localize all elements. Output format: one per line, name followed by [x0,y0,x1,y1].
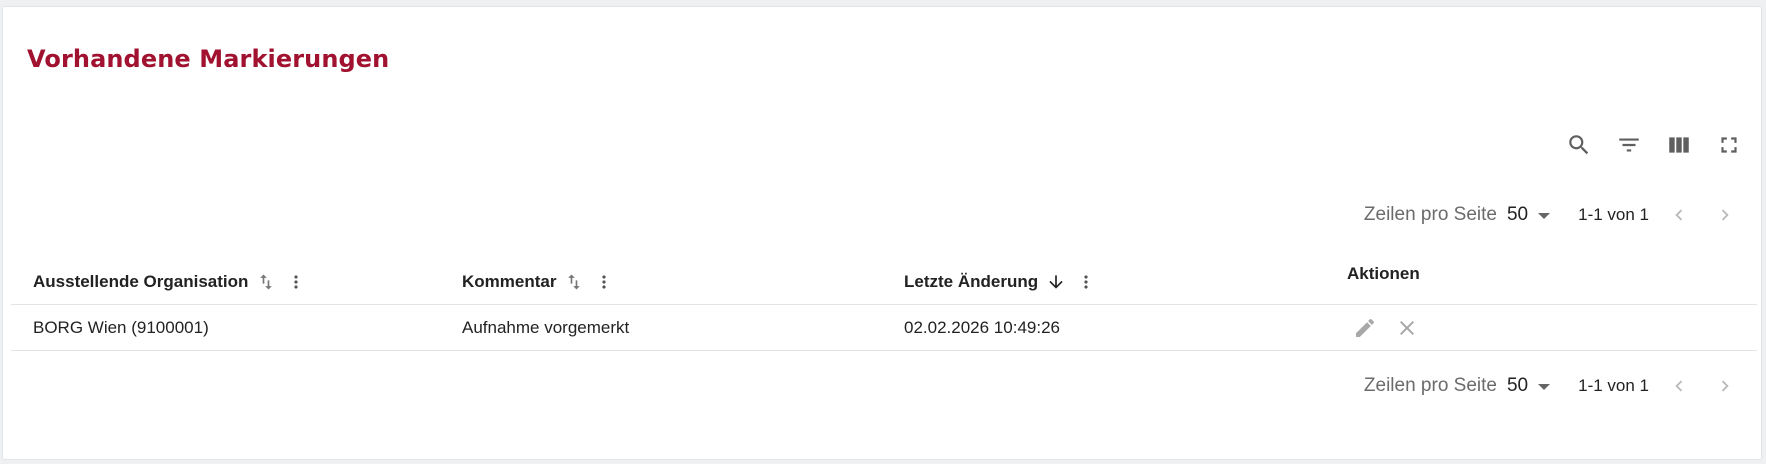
column-header-aktionen: Aktionen [1347,251,1420,296]
column-header-kommentar: Kommentar [462,259,614,304]
next-page-button[interactable] [1709,370,1741,402]
pagination-range: 1-1 von 1 [1578,376,1649,395]
columns-button[interactable] [1665,131,1693,159]
markings-card: Vorhandene Markierungen Zeilen pro Seite… [2,6,1762,460]
column-header-organisation: Ausstellende Organisation [33,259,306,304]
column-menu-button[interactable] [286,271,306,293]
rows-per-page-label: Zeilen pro Seite [1363,375,1497,396]
swap-vert-icon [260,274,273,289]
more-vert-icon [1084,274,1088,289]
filter-button[interactable] [1615,131,1643,159]
filter-icon [1619,138,1639,152]
chevron-right-icon [1721,209,1729,221]
rows-per-page-label: Zeilen pro Seite [1363,204,1497,225]
pagination-top: Zeilen pro Seite 50 1-1 von 1 [1364,199,1741,231]
close-icon [1400,320,1414,335]
column-header-letzte-aenderung: Letzte Änderung [904,259,1096,304]
swap-vert-icon [568,274,581,289]
more-vert-icon [294,274,299,289]
pagination-bottom: Zeilen pro Seite 50 1-1 von 1 [1364,370,1741,402]
more-vert-icon [602,274,607,289]
table-row: BORG Wien (9100001) Aufnahme vorgemerkt … [11,305,1757,351]
rows-per-page-value: 50 [1506,375,1529,396]
arrow-down-icon [1049,274,1063,289]
rows-per-page-select[interactable]: 50 [1506,375,1551,397]
fullscreen-button[interactable] [1715,131,1743,159]
table-header: Ausstellende Organisation Kommentar Letz [11,259,1757,305]
next-page-button[interactable] [1709,199,1741,231]
column-label: Aktionen [1347,263,1420,283]
column-menu-button[interactable] [594,271,614,293]
pagination-range: 1-1 von 1 [1578,205,1649,224]
sort-button[interactable] [256,272,276,292]
column-label: Kommentar [462,271,557,291]
table-toolbar [1565,131,1743,159]
sort-button[interactable] [564,272,584,292]
page-title: Vorhandene Markierungen [27,45,390,73]
cell-letzte-aenderung: 02.02.2026 10:49:26 [904,317,1060,337]
chevron-right-icon [1721,380,1729,392]
previous-page-button[interactable] [1663,370,1695,402]
previous-page-button[interactable] [1663,199,1695,231]
column-label: Ausstellende Organisation [33,271,249,291]
view-column-icon [1669,137,1689,153]
chevron-down-icon [1538,384,1551,390]
rows-per-page-value: 50 [1506,204,1529,225]
sort-button[interactable] [1046,272,1066,292]
cell-kommentar: Aufnahme vorgemerkt [462,317,630,337]
delete-button[interactable] [1392,313,1422,343]
edit-button[interactable] [1350,313,1380,343]
markings-table: Ausstellende Organisation Kommentar Letz [11,259,1757,351]
column-label: Letzte Änderung [904,271,1039,291]
chevron-down-icon [1538,213,1551,219]
search-button[interactable] [1565,131,1593,159]
cell-aktionen [1350,305,1422,350]
column-menu-button[interactable] [1076,271,1096,293]
chevron-left-icon [1675,380,1683,392]
cell-organisation: BORG Wien (9100001) [33,317,209,337]
edit-icon [1356,318,1375,337]
chevron-left-icon [1675,209,1683,221]
fullscreen-icon [1721,137,1737,153]
rows-per-page-select[interactable]: 50 [1506,204,1551,226]
search-icon [1569,135,1589,155]
